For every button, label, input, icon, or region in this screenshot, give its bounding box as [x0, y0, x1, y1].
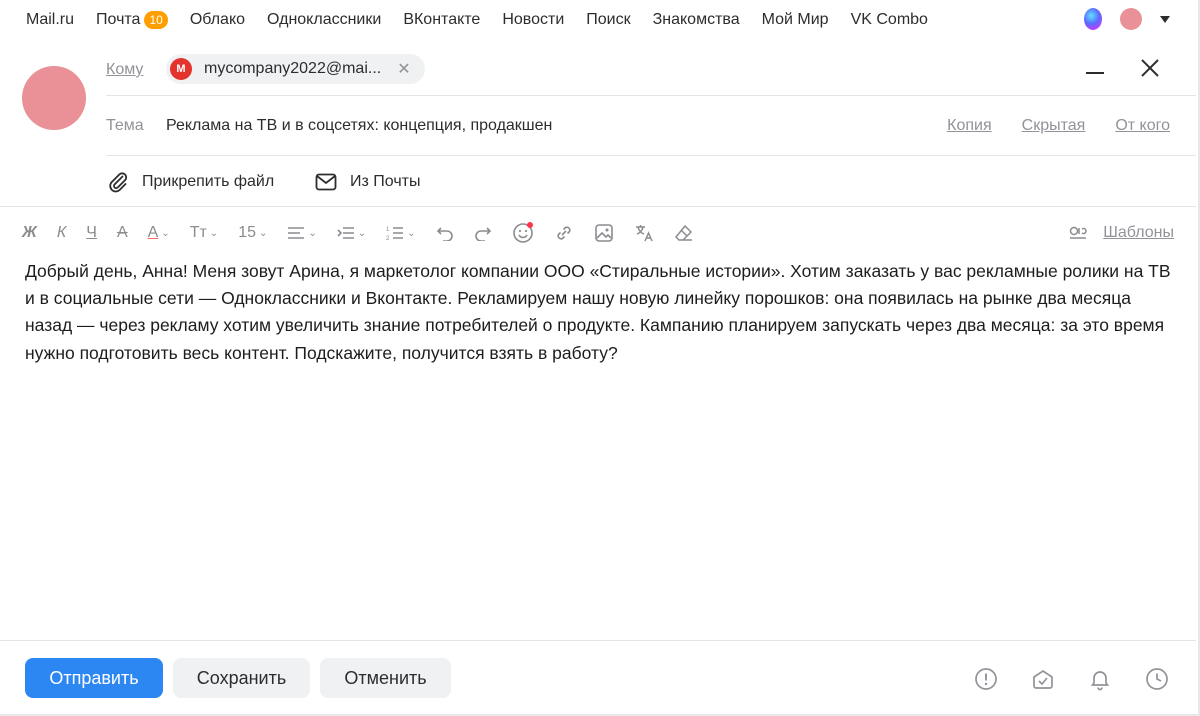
link-icon — [556, 226, 571, 240]
close-icon[interactable] — [1140, 58, 1160, 78]
message-body[interactable]: Добрый день, Анна! Меня зовут Арина, я м… — [25, 258, 1175, 367]
indent-button[interactable]: ⌄ — [337, 218, 366, 248]
envelope-icon — [315, 173, 337, 191]
link-button[interactable] — [554, 218, 574, 248]
recipient-address: mycompany2022@mai... — [204, 60, 382, 77]
user-avatar[interactable] — [1120, 8, 1142, 30]
portal-link-search[interactable]: Поиск — [586, 11, 630, 29]
emoji-icon — [512, 222, 533, 243]
attach-from-mail-button[interactable]: Из Почты — [314, 170, 421, 194]
portal-bar: Mail.ru Почта 10 Облако Одноклассники ВК… — [0, 0, 1196, 40]
from-link[interactable]: От кого — [1115, 117, 1170, 135]
assistant-orb-icon[interactable] — [1084, 8, 1102, 30]
eraser-icon — [674, 224, 692, 241]
chevron-down-icon: ⌄ — [209, 227, 219, 239]
svg-text:1: 1 — [386, 227, 390, 233]
text-color-label: А — [147, 224, 159, 241]
subject-row: Тема Реклама на ТВ и в соцсетях: концепц… — [106, 96, 1196, 156]
chevron-down-icon: ⌄ — [308, 227, 317, 239]
portal-link-ok[interactable]: Одноклассники — [267, 11, 381, 29]
reminder-bell-icon[interactable] — [1088, 667, 1112, 691]
font-style-label: Тт — [189, 224, 207, 241]
portal-link-dating[interactable]: Знакомства — [653, 11, 740, 29]
attach-from-mail-label: Из Почты — [350, 173, 421, 190]
align-left-icon — [288, 227, 305, 239]
clear-format-button[interactable] — [674, 218, 694, 248]
minimize-icon[interactable] — [1086, 72, 1104, 74]
portal-link-mail-label: Почта — [96, 11, 141, 28]
translate-icon — [635, 225, 653, 242]
read-receipt-icon[interactable] — [1031, 667, 1055, 691]
portal-link-mail[interactable]: Почта 10 — [96, 11, 168, 29]
text-color-button[interactable]: А ⌄ — [148, 218, 170, 248]
templates-area: Шаблоны — [1069, 218, 1174, 248]
portal-link-vk[interactable]: ВКонтакте — [403, 11, 480, 29]
portal-link-news[interactable]: Новости — [502, 11, 564, 29]
header-divider — [0, 206, 1196, 207]
portal-link-myworld[interactable]: Мой Мир — [762, 11, 829, 29]
send-button[interactable]: Отправить — [25, 658, 163, 698]
chevron-down-icon[interactable] — [1160, 15, 1170, 23]
chevron-down-icon: ⌄ — [161, 227, 170, 239]
attach-row: Прикрепить файл Из Почты — [106, 156, 1196, 206]
emoji-button[interactable] — [512, 218, 534, 248]
attach-file-label: Прикрепить файл — [142, 173, 275, 190]
unread-badge: 10 — [144, 11, 168, 29]
font-size-value: 15 — [238, 224, 256, 241]
italic-button[interactable]: К — [57, 218, 66, 248]
redo-button[interactable] — [474, 218, 492, 248]
recipient-chip[interactable]: M mycompany2022@mai... ✕ — [166, 54, 425, 84]
redo-icon — [474, 227, 491, 241]
portal-link-mailru[interactable]: Mail.ru — [26, 11, 74, 29]
translate-button[interactable] — [634, 218, 654, 248]
chevron-down-icon: ⌄ — [357, 227, 367, 239]
compose-window: Mail.ru Почта 10 Облако Одноклассники ВК… — [0, 0, 1200, 716]
portal-link-vkcombo[interactable]: VK Combo — [851, 11, 928, 29]
indent-icon — [337, 227, 354, 239]
undo-icon — [436, 227, 453, 241]
undo-button[interactable] — [436, 218, 454, 248]
format-toolbar: Ж К Ч А А ⌄ Тт ⌄ 15 ⌄ ⌄ ⌄ 1 2 ⌄ — [22, 218, 714, 248]
portal-link-cloud[interactable]: Облако — [190, 11, 245, 29]
font-style-button[interactable]: Тт ⌄ — [190, 218, 219, 248]
remove-recipient-icon[interactable]: ✕ — [397, 59, 410, 79]
to-row: Кому M mycompany2022@mai... ✕ — [106, 52, 1196, 96]
subject-label: Тема — [106, 117, 144, 134]
portal-user-area — [1084, 8, 1170, 30]
cc-link[interactable]: Копия — [947, 117, 991, 135]
footer-divider — [0, 640, 1196, 641]
schedule-clock-icon[interactable] — [1145, 667, 1169, 691]
attach-file-button[interactable]: Прикрепить файл — [106, 170, 274, 194]
sender-avatar — [22, 66, 86, 130]
bold-button[interactable]: Ж — [22, 218, 37, 248]
to-label[interactable]: Кому — [106, 61, 143, 79]
font-size-select[interactable]: 15 ⌄ — [238, 218, 267, 248]
underline-button[interactable]: Ч — [86, 218, 97, 248]
bcc-link[interactable]: Скрытая — [1022, 117, 1086, 135]
footer-actions — [974, 667, 1169, 691]
paperclip-icon — [109, 172, 128, 193]
strikethrough-button[interactable]: А — [117, 218, 128, 248]
mailru-logo-icon: M — [170, 58, 192, 80]
align-button[interactable]: ⌄ — [287, 218, 317, 248]
cancel-button[interactable]: Отменить — [320, 658, 451, 698]
image-icon — [594, 224, 613, 242]
numbered-list-icon: 12 — [386, 227, 404, 241]
signature-icon[interactable] — [1069, 225, 1087, 241]
svg-text:2: 2 — [386, 236, 390, 241]
templates-link[interactable]: Шаблоны — [1103, 224, 1174, 242]
chevron-down-icon: ⌄ — [258, 227, 268, 239]
insert-image-button[interactable] — [594, 218, 614, 248]
importance-icon[interactable] — [974, 667, 998, 691]
chevron-down-icon: ⌄ — [407, 227, 416, 239]
subject-input[interactable]: Реклама на ТВ и в соцсетях: концепция, п… — [166, 117, 552, 135]
save-button[interactable]: Сохранить — [173, 658, 310, 698]
list-button[interactable]: 1 2 ⌄ — [386, 218, 415, 248]
